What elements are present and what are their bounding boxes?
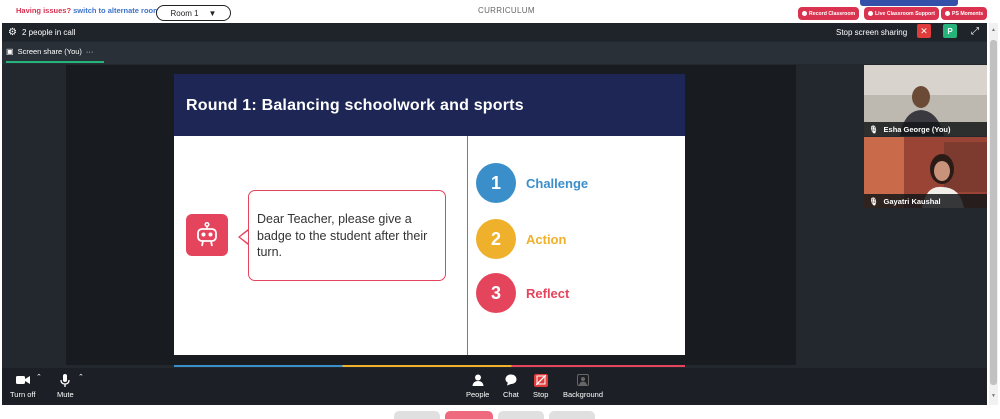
stop-sharing-label: Stop screen sharing: [836, 28, 908, 37]
step-label: Challenge: [526, 175, 589, 191]
participant-tile-self[interactable]: 🎙 Esha George (You): [864, 65, 987, 136]
slide-title: Round 1: Balancing schoolwork and sports: [186, 97, 524, 114]
step-number: 1: [476, 163, 516, 203]
shared-slide: Round 1: Balancing schoolwork and sports…: [174, 74, 685, 355]
record-icon: [802, 11, 807, 16]
bottom-tab-active[interactable]: [445, 411, 493, 419]
tab-bar: ▣ Screen share (You) ···: [2, 42, 987, 64]
camera-options-chevron-icon[interactable]: ⌃: [36, 373, 42, 381]
slide-divider: [467, 136, 468, 355]
bottom-tab[interactable]: [549, 411, 595, 419]
robot-icon: [186, 214, 228, 256]
mic-icon: 🎙: [869, 196, 879, 206]
stop-sharing-button[interactable]: ✕: [917, 24, 931, 38]
stop-label: Stop: [533, 390, 549, 399]
microphone-icon: [60, 373, 70, 387]
record-classroom-button[interactable]: Record Classroom: [798, 7, 860, 20]
tab-indicator: [6, 61, 104, 63]
scroll-up-icon[interactable]: ▲: [990, 27, 997, 33]
tab-label: Screen share (You): [17, 47, 82, 56]
p-button[interactable]: P: [943, 24, 957, 38]
call-window: ⚙ 2 people in call Stop screen sharing ✕…: [2, 23, 987, 405]
scrollbar-thumb[interactable]: [990, 40, 997, 385]
camera-icon: [15, 373, 30, 387]
moments-icon: [945, 11, 950, 16]
step-label: Reflect: [526, 285, 570, 301]
record-classroom-label: Record Classroom: [809, 10, 856, 17]
more-icon[interactable]: ···: [86, 47, 94, 56]
mute-button[interactable]: Mute: [57, 373, 74, 399]
live-support-label: Live Classroom Support: [875, 10, 935, 17]
participant-name: Gayatri Kaushal: [883, 196, 941, 206]
issues-notice: Having issues? switch to alternate room: [16, 6, 160, 15]
brand-logo: [860, 0, 958, 6]
camera-toggle-label: Turn off: [10, 390, 36, 399]
participant-name: Esha George (You): [883, 124, 951, 134]
robot-glyph: [197, 222, 217, 247]
people-button[interactable]: People: [466, 373, 489, 399]
step-reflect: 3 Reflect: [476, 272, 656, 314]
support-icon: [868, 11, 873, 16]
step-number: 3: [476, 273, 516, 313]
participant-namebar: 🎙 Gayatri Kaushal: [864, 194, 987, 208]
step-challenge: 1 Challenge: [476, 162, 656, 204]
speech-bubble: Dear Teacher, please give a badge to the…: [248, 190, 446, 281]
call-header: ⚙ 2 people in call Stop screen sharing ✕…: [2, 23, 987, 41]
live-support-button[interactable]: Live Classroom Support: [864, 7, 939, 20]
mute-label: Mute: [57, 390, 74, 399]
slide-color-strip: [174, 365, 685, 367]
bubble-tail-inner: [240, 231, 248, 243]
people-label: People: [466, 390, 490, 399]
slide-header: Round 1: Balancing schoolwork and sports: [174, 74, 685, 136]
expand-icon[interactable]: ⤢: [968, 24, 982, 38]
stop-share-button[interactable]: Stop: [533, 373, 548, 399]
camera-toggle-button[interactable]: Turn off: [10, 373, 35, 399]
background-button[interactable]: Background: [563, 373, 603, 399]
people-count: 2 people in call: [22, 28, 76, 37]
step-number: 2: [476, 219, 516, 259]
stop-share-icon: [533, 373, 548, 387]
issues-label: Having issues?: [16, 6, 72, 15]
ps-moments-button[interactable]: PS Moments: [941, 7, 988, 20]
step-action: 2 Action: [476, 218, 656, 260]
bottom-tab[interactable]: [498, 411, 544, 419]
alternate-room-link[interactable]: switch to alternate room: [73, 6, 160, 15]
people-icon: [472, 373, 484, 387]
gear-icon[interactable]: ⚙: [8, 27, 17, 38]
participant-namebar: 🎙 Esha George (You): [864, 122, 987, 136]
chevron-down-icon: ▼: [208, 8, 217, 18]
mic-icon: 🎙: [869, 124, 879, 134]
background-icon: [577, 373, 590, 387]
chat-button[interactable]: Chat: [503, 373, 519, 399]
participant-tile-other[interactable]: 🎙 Gayatri Kaushal: [864, 137, 987, 208]
mic-options-chevron-icon[interactable]: ⌃: [78, 373, 84, 381]
room-select-value: Room 1: [170, 8, 199, 18]
scroll-down-icon[interactable]: ▼: [990, 393, 997, 399]
bottom-tab[interactable]: [394, 411, 440, 419]
chat-label: Chat: [503, 390, 519, 399]
step-label: Action: [526, 231, 567, 247]
chat-icon: [505, 373, 517, 387]
controls-bar: [2, 368, 987, 405]
page-title: CURRICULUM: [478, 6, 535, 15]
room-select[interactable]: Room 1 ▼: [156, 5, 231, 21]
ps-moments-label: PS Moments: [952, 10, 984, 17]
background-label: Background: [563, 390, 604, 399]
screen-icon: ▣: [6, 47, 14, 56]
tab-screen-share[interactable]: ▣ Screen share (You) ···: [6, 47, 93, 56]
